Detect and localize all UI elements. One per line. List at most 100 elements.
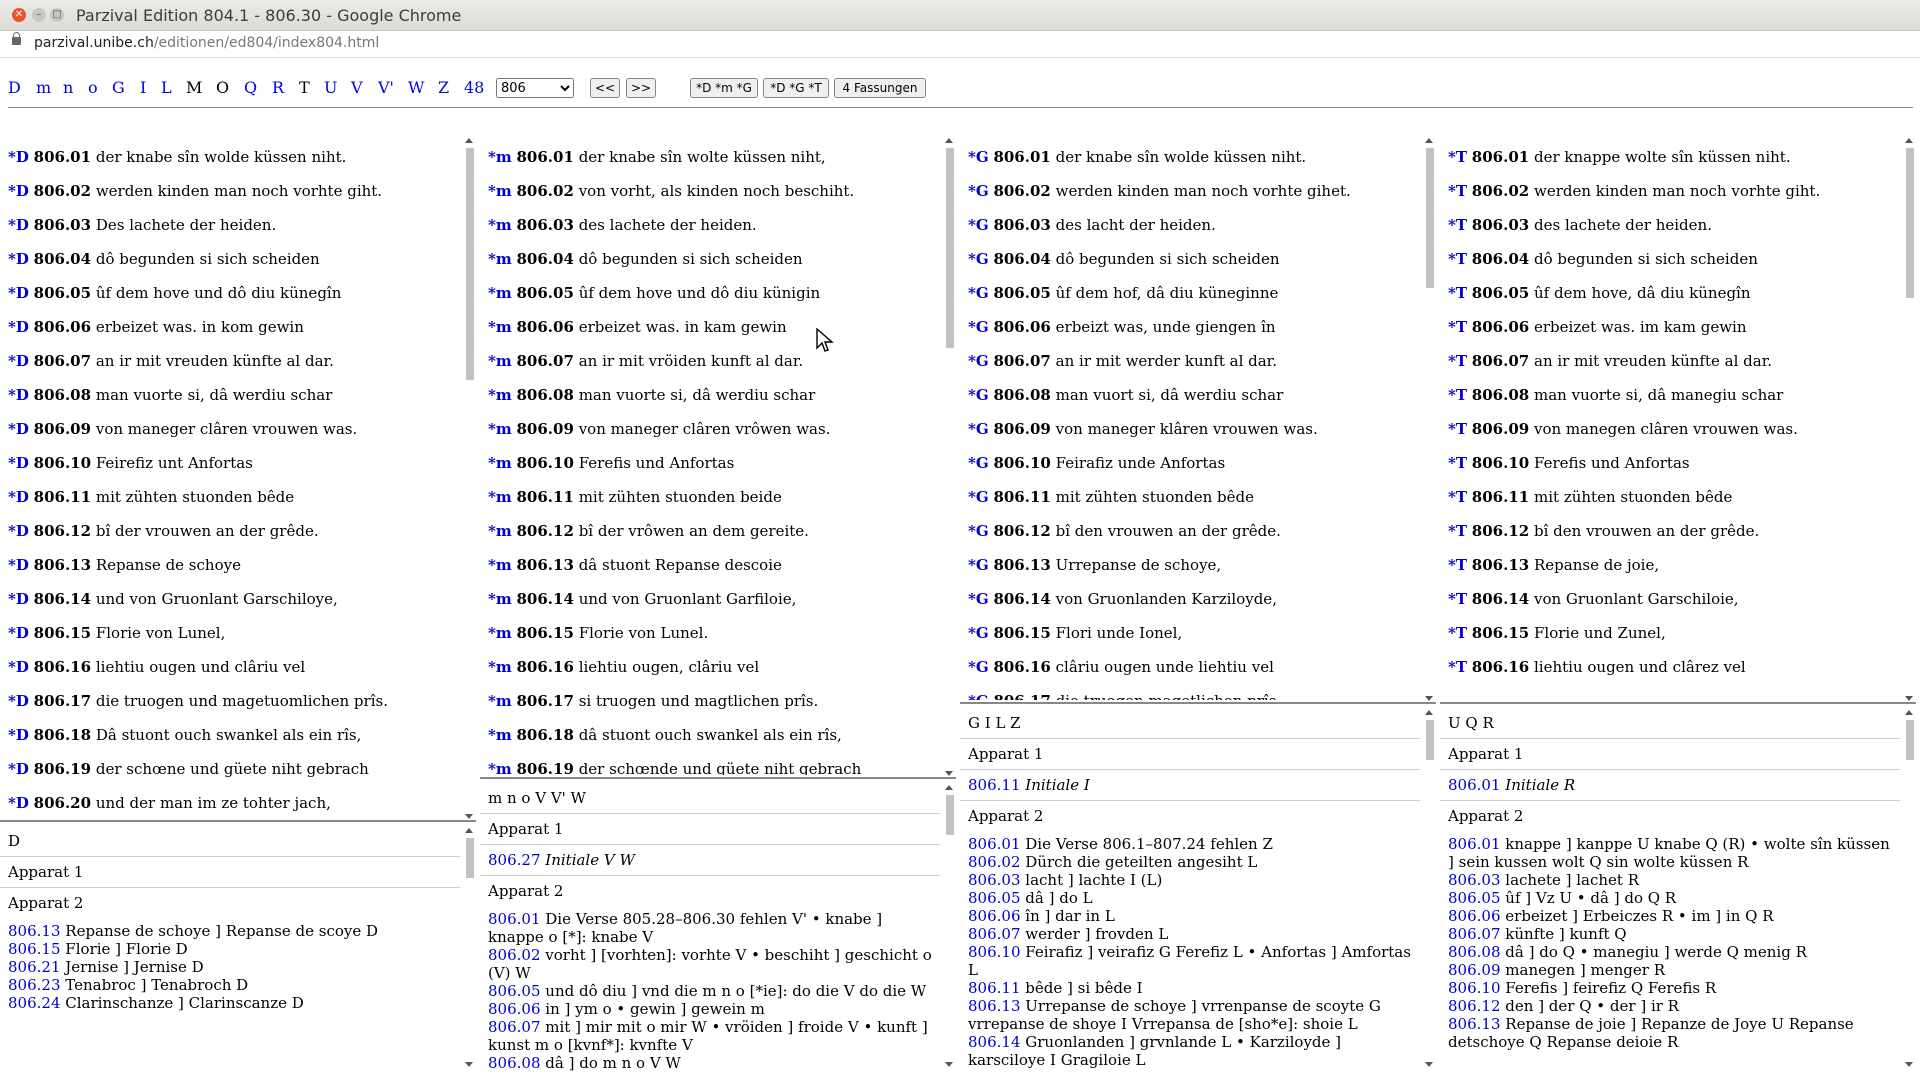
verse-number-link[interactable]: 806.06 [1472, 318, 1529, 336]
scroll-up-icon[interactable] [1425, 710, 1433, 715]
verse-number-link[interactable]: 806.04 [34, 250, 91, 268]
apparatus-line-link[interactable]: 806.12 [1448, 997, 1501, 1015]
apparatus-line-link[interactable]: 806.27 [488, 851, 541, 869]
maximize-window-icon[interactable]: □ [50, 8, 64, 22]
verse-number-link[interactable]: 806.15 [34, 624, 91, 642]
url-text[interactable]: parzival.unibe.ch/editionen/ed804/index8… [34, 35, 379, 51]
verse-number-link[interactable]: 806.07 [993, 352, 1050, 370]
verse-number-link[interactable]: 806.01 [1472, 148, 1529, 166]
apparatus-line-link[interactable]: 806.07 [1448, 925, 1501, 943]
scroll-down-icon[interactable] [945, 1062, 953, 1067]
verse-number-link[interactable]: 806.09 [1472, 420, 1529, 438]
scroll-thumb[interactable] [1906, 720, 1914, 760]
verse-number-link[interactable]: 806.20 [34, 794, 91, 812]
apparatus-line-link[interactable]: 806.06 [488, 1000, 541, 1018]
apparatus-line-link[interactable]: 806.08 [488, 1054, 541, 1072]
scroll-thumb[interactable] [466, 148, 474, 380]
apparatus-line-link[interactable]: 806.03 [1448, 871, 1501, 889]
verse-number-link[interactable]: 806.05 [993, 284, 1050, 302]
versions-Dmg-button[interactable]: *D *m *G [690, 78, 758, 98]
apparatus-line-link[interactable]: 806.01 [968, 835, 1021, 853]
verse-number-link[interactable]: 806.16 [34, 658, 91, 676]
verse-number-link[interactable]: 806.03 [1472, 216, 1529, 234]
siglum-link-I[interactable]: I [140, 78, 146, 97]
pane-divider[interactable] [1440, 702, 1916, 704]
verse-number-link[interactable]: 806.12 [1472, 522, 1529, 540]
verse-number-link[interactable]: 806.07 [1472, 352, 1529, 370]
verse-number-link[interactable]: 806.03 [34, 216, 91, 234]
apparatus-line-link[interactable]: 806.06 [968, 907, 1021, 925]
scroll-thumb[interactable] [946, 148, 954, 348]
verse-number-link[interactable]: 806.06 [993, 318, 1050, 336]
verse-number-link[interactable]: 806.14 [517, 590, 574, 608]
scroll-down-icon[interactable] [945, 771, 953, 776]
verse-number-link[interactable]: 806.04 [517, 250, 574, 268]
text-column-3[interactable]: *T 806.01 der knappe wolte sîn küssen ni… [1440, 140, 1908, 700]
scroll-up-icon[interactable] [1905, 710, 1913, 715]
verse-number-link[interactable]: 806.07 [34, 352, 91, 370]
text-column-2[interactable]: *G 806.01 der knabe sîn wolde küssen nih… [960, 140, 1428, 700]
verse-number-link[interactable]: 806.05 [1472, 284, 1529, 302]
siglum-link-V[interactable]: V [351, 78, 363, 97]
verse-number-link[interactable]: 806.01 [517, 148, 574, 166]
column-scrollbar[interactable] [1904, 136, 1916, 702]
verse-number-link[interactable]: 806.11 [34, 488, 91, 506]
verse-number-link[interactable]: 806.02 [34, 182, 91, 200]
verse-number-link[interactable]: 806.15 [993, 624, 1050, 642]
scroll-down-icon[interactable] [1425, 696, 1433, 701]
scroll-up-icon[interactable] [465, 828, 473, 833]
apparatus-line-link[interactable]: 806.13 [1448, 1015, 1501, 1033]
verse-number-link[interactable]: 806.18 [517, 726, 574, 744]
verse-number-link[interactable]: 806.12 [34, 522, 91, 540]
verse-number-link[interactable]: 806.10 [34, 454, 91, 472]
scroll-thumb[interactable] [1426, 720, 1434, 760]
apparatus-panel-0[interactable]: D Apparat 1 Apparat 2 806.13 Repanse de sch… [0, 826, 468, 1080]
verse-number-link[interactable]: 806.15 [1472, 624, 1529, 642]
section-select[interactable]: 806 [496, 78, 574, 98]
verse-number-link[interactable]: 806.17 [993, 692, 1050, 700]
apparatus-line-link[interactable]: 806.23 [8, 976, 61, 994]
apparatus-panel-3[interactable]: U Q R Apparat 1 806.01 Initiale R Apparat 2… [1440, 708, 1908, 1080]
apparatus-line-link[interactable]: 806.14 [968, 1033, 1021, 1051]
verse-number-link[interactable]: 806.02 [993, 182, 1050, 200]
apparatus-line-link[interactable]: 806.11 [968, 979, 1021, 997]
siglum-link-D[interactable]: D [8, 78, 21, 97]
verse-number-link[interactable]: 806.14 [1472, 590, 1529, 608]
column-scrollbar[interactable] [944, 136, 956, 777]
apparatus-line-link[interactable]: 806.11 [968, 776, 1021, 794]
siglum-link-W[interactable]: W [408, 78, 424, 97]
verse-number-link[interactable]: 806.16 [993, 658, 1050, 676]
verse-number-link[interactable]: 806.09 [517, 420, 574, 438]
verse-number-link[interactable]: 806.11 [993, 488, 1050, 506]
verse-number-link[interactable]: 806.16 [1472, 658, 1529, 676]
apparatus-line-link[interactable]: 806.05 [488, 982, 541, 1000]
verse-number-link[interactable]: 806.01 [993, 148, 1050, 166]
siglum-link-o[interactable]: o [88, 78, 98, 97]
scroll-thumb[interactable] [466, 838, 474, 878]
apparatus-scrollbar[interactable] [1904, 708, 1916, 1070]
apparatus-line-link[interactable]: 806.13 [968, 997, 1021, 1015]
apparatus-line-link[interactable]: 806.24 [8, 994, 61, 1012]
siglum-link-Q[interactable]: Q [244, 78, 257, 97]
verse-number-link[interactable]: 806.12 [517, 522, 574, 540]
verse-number-link[interactable]: 806.05 [517, 284, 574, 302]
siglum-link-R[interactable]: R [272, 78, 284, 97]
verse-number-link[interactable]: 806.14 [34, 590, 91, 608]
verse-number-link[interactable]: 806.03 [517, 216, 574, 234]
scroll-down-icon[interactable] [465, 814, 473, 819]
verse-number-link[interactable]: 806.02 [1472, 182, 1529, 200]
siglum-link-n[interactable]: n [63, 78, 73, 97]
verse-number-link[interactable]: 806.17 [34, 692, 91, 710]
apparatus-line-link[interactable]: 806.01 [1448, 776, 1501, 794]
apparatus-line-link[interactable]: 806.07 [968, 925, 1021, 943]
next-button[interactable]: >> [626, 78, 656, 98]
apparatus-line-link[interactable]: 806.13 [8, 922, 61, 940]
verse-number-link[interactable]: 806.10 [993, 454, 1050, 472]
siglum-link-m[interactable]: m [36, 78, 51, 97]
scroll-thumb[interactable] [1906, 148, 1914, 298]
verse-number-link[interactable]: 806.07 [517, 352, 574, 370]
scroll-up-icon[interactable] [1905, 138, 1913, 143]
apparatus-line-link[interactable]: 806.10 [968, 943, 1021, 961]
apparatus-line-link[interactable]: 806.05 [968, 889, 1021, 907]
siglum-link-Vprime[interactable]: V' [378, 78, 394, 97]
